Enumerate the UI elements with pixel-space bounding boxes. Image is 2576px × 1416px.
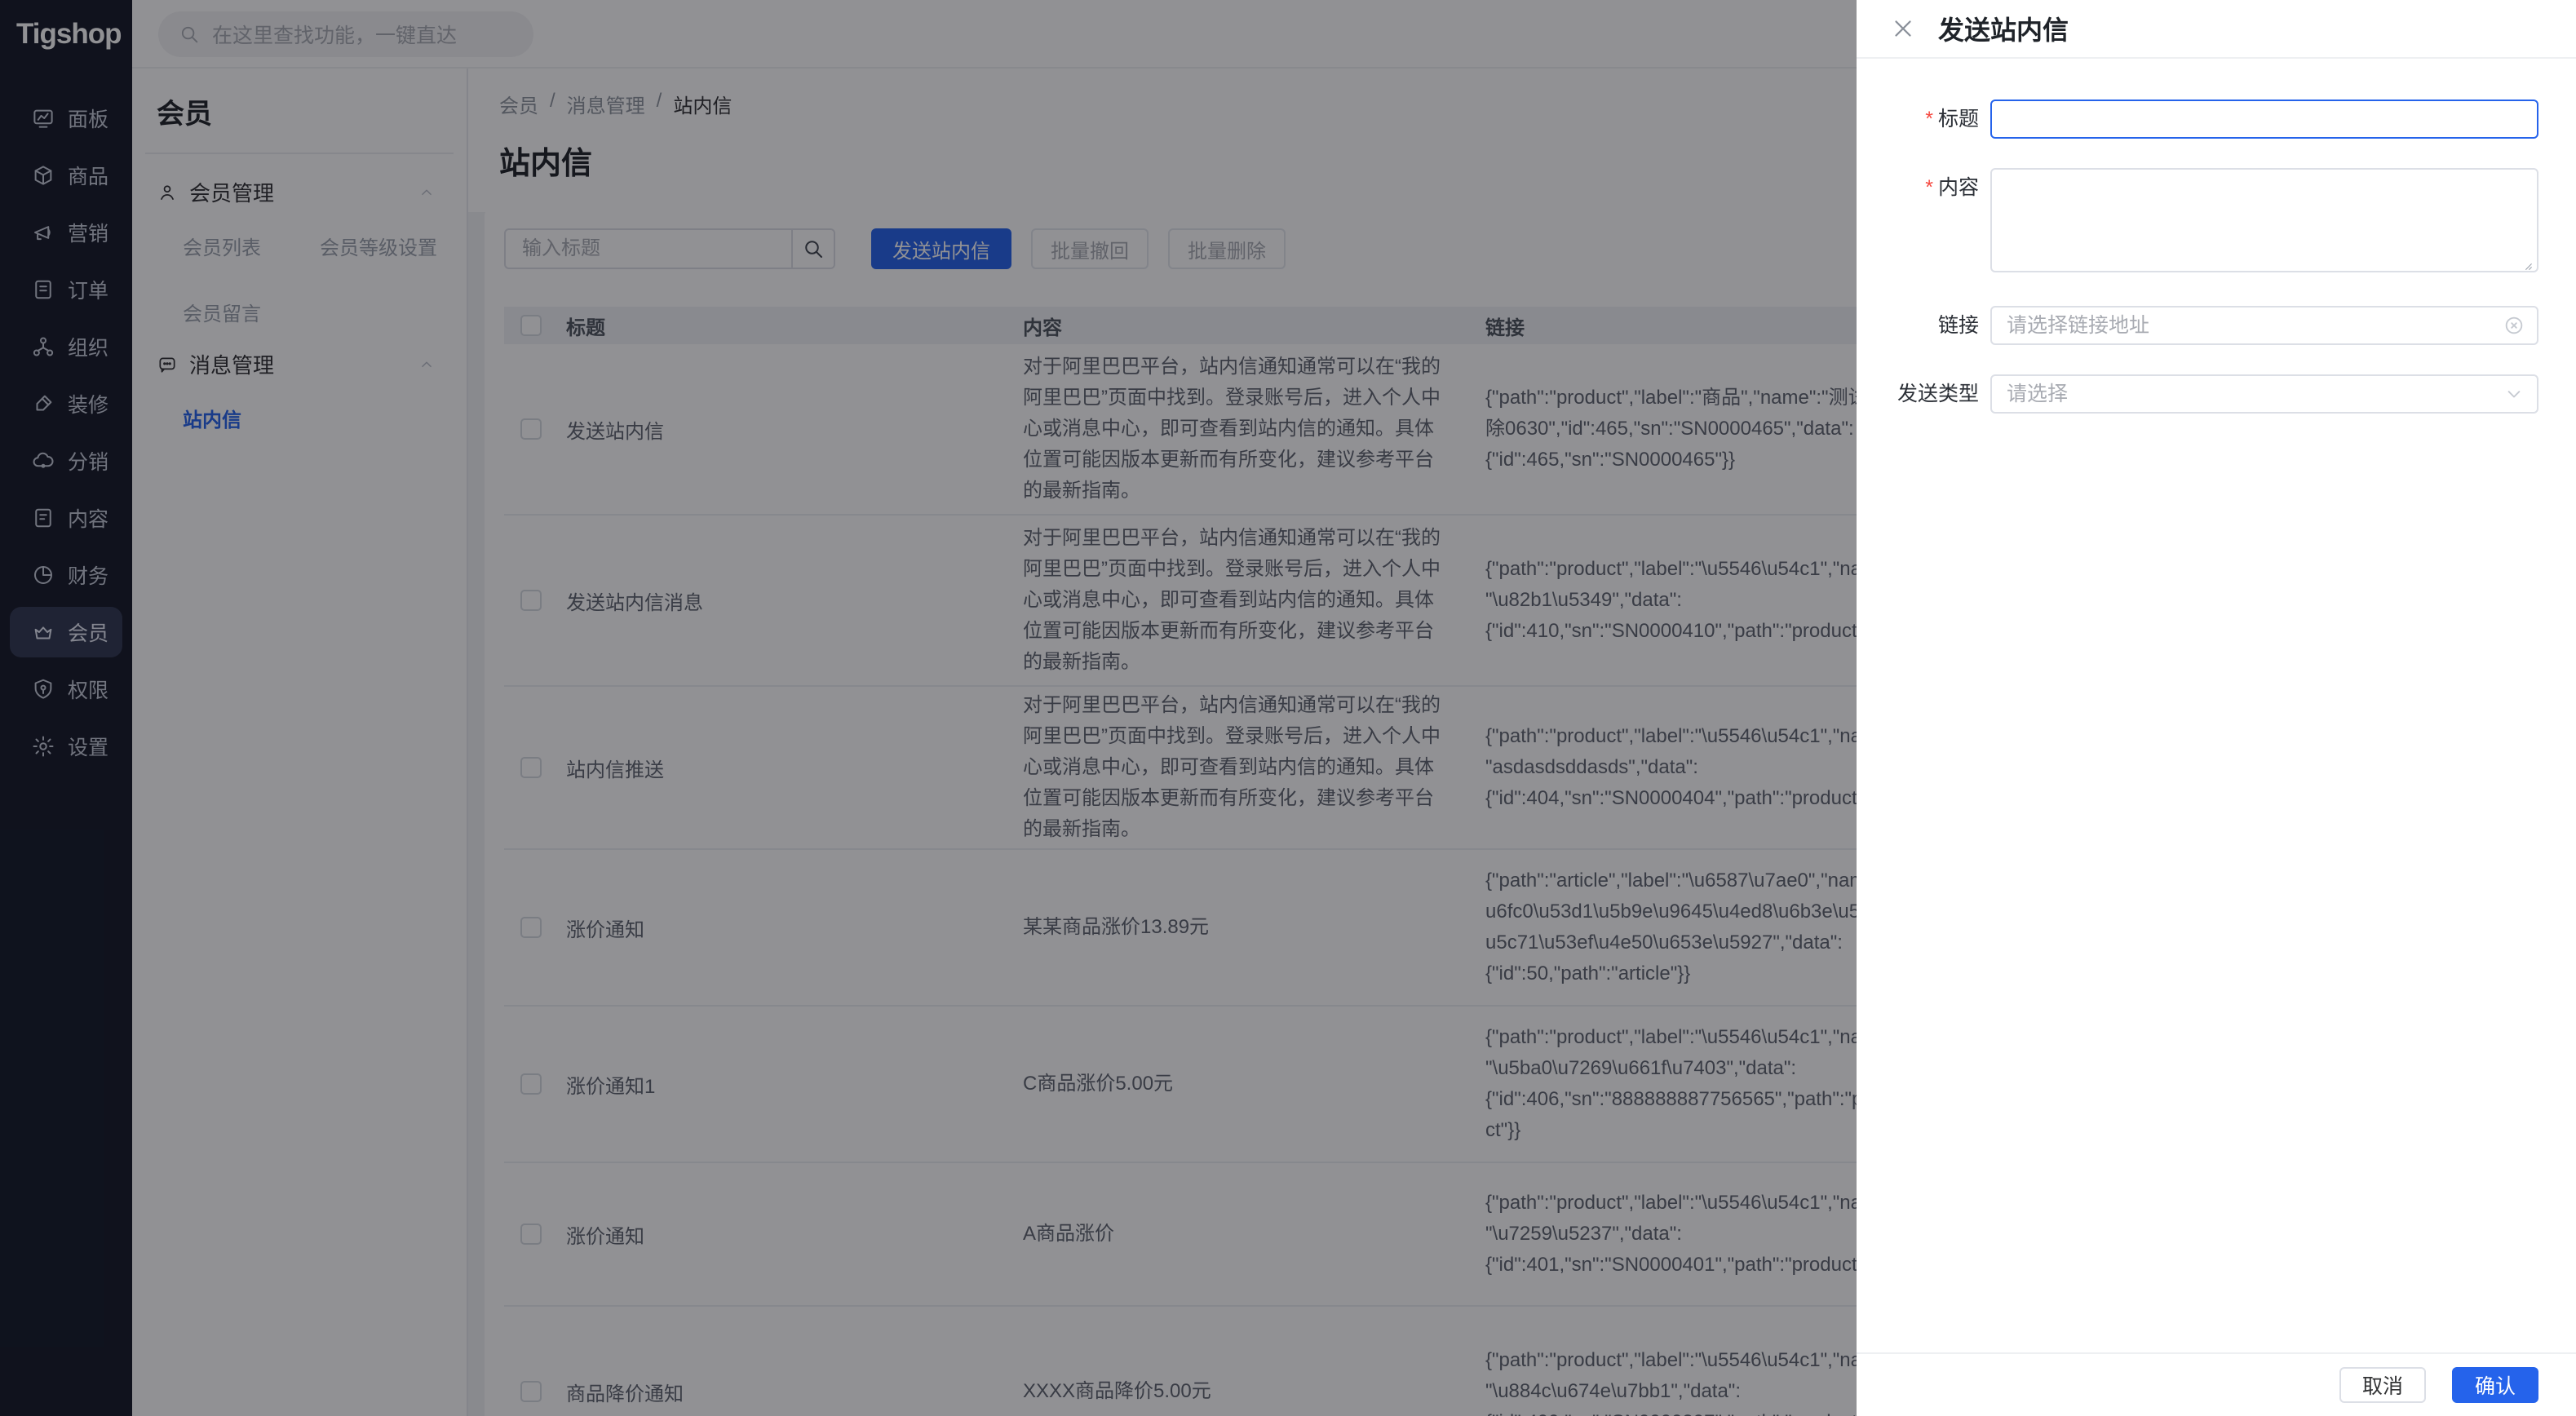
drawer-footer: 取消 确认 [1857, 1352, 2576, 1416]
title-input[interactable] [1990, 100, 2538, 139]
chevron-down-icon [2503, 383, 2525, 405]
cancel-button[interactable]: 取消 [2339, 1367, 2426, 1403]
drawer-header: 发送站内信 [1857, 0, 2576, 59]
title-label: 标题 [1894, 100, 1979, 139]
send-type-label: 发送类型 [1894, 374, 1979, 414]
close-icon[interactable] [1889, 15, 1917, 42]
drawer-title: 发送站内信 [1938, 10, 2069, 47]
form-row-title: 标题 [1894, 100, 2538, 139]
send-type-select[interactable] [1990, 374, 2538, 414]
content-label: 内容 [1894, 168, 1979, 207]
link-input[interactable] [1990, 306, 2538, 345]
form-row-content: 内容 [1894, 168, 2538, 277]
drawer-form: 标题 内容 链接 发送类型 [1857, 59, 2576, 1352]
resize-handle-icon[interactable] [2521, 259, 2534, 272]
clear-circle-icon[interactable] [2503, 314, 2525, 337]
form-row-link: 链接 [1894, 306, 2538, 345]
send-message-drawer: 发送站内信 标题 内容 链接 发送类型 [1857, 0, 2576, 1416]
confirm-button[interactable]: 确认 [2452, 1367, 2538, 1403]
form-row-send-type: 发送类型 [1894, 374, 2538, 414]
link-label: 链接 [1894, 306, 1979, 345]
content-textarea[interactable] [1990, 168, 2538, 272]
